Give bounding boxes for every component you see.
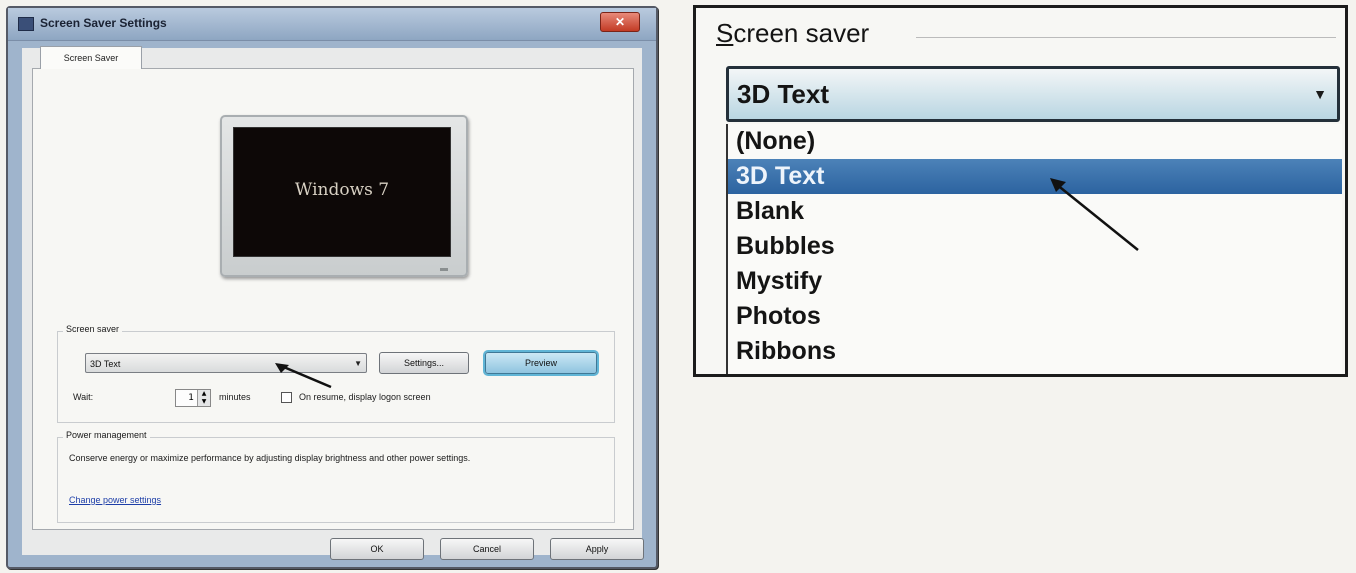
dialog-client-area: Windows 7 Screen saver 3D Text ▼ Setting… — [22, 46, 644, 560]
screen-preview-monitor: Windows 7 — [220, 115, 468, 277]
pointer-arrow-annotation — [1050, 178, 1139, 251]
tab-screen-saver[interactable]: Screen Saver — [40, 46, 142, 69]
option-none[interactable]: (None) — [728, 124, 1342, 159]
option-mystify[interactable]: Mystify — [728, 264, 1342, 299]
zoom-label-rest: creen saver — [733, 18, 870, 48]
screensaver-group-label: Screen saver — [63, 324, 123, 334]
option-blank[interactable]: Blank — [728, 194, 1342, 229]
power-management-group — [57, 437, 615, 523]
screensaver-group — [57, 331, 615, 423]
zoomed-screensaver-dropdown: Screen saver 3D Text ▼ (None) 3D Text Bl… — [693, 5, 1348, 377]
zoom-select-value: 3D Text — [737, 79, 829, 109]
wait-label: Wait: — [73, 392, 94, 402]
option-bubbles[interactable]: Bubbles — [728, 229, 1342, 264]
chevron-down-icon: ▼ — [1313, 86, 1327, 102]
preview-text: Windows 7 — [294, 180, 390, 200]
dialog-title: Screen Saver Settings — [40, 16, 167, 30]
option-ribbons[interactable]: Ribbons — [728, 334, 1342, 369]
screen-saver-settings-dialog: Screen Saver Settings ✕ Windows 7 Screen… — [6, 6, 658, 569]
tab-panel: Windows 7 Screen saver 3D Text ▼ Setting… — [32, 68, 634, 530]
wait-value: 1 — [188, 393, 194, 403]
ok-button[interactable]: OK — [330, 538, 424, 560]
monitor-icon — [18, 17, 34, 31]
power-group-label: Power management — [63, 430, 150, 440]
minutes-label: minutes — [219, 392, 251, 402]
wait-minutes-stepper[interactable]: 1 ▲ ▼ — [175, 389, 211, 407]
cancel-button[interactable]: Cancel — [440, 538, 534, 560]
zoom-screensaver-select[interactable]: 3D Text ▼ — [726, 66, 1340, 122]
zoom-label-mnemonic: S — [716, 18, 734, 48]
group-divider — [916, 37, 1336, 38]
preview-button[interactable]: Preview — [485, 352, 597, 374]
screensaver-options-list: (None) 3D Text Blank Bubbles Mystify Pho… — [726, 124, 1342, 374]
screensaver-select-value: 3D Text — [90, 359, 121, 369]
resume-label: On resume, display logon screen — [299, 392, 431, 402]
option-3d-text[interactable]: 3D Text — [728, 159, 1342, 194]
title-bar[interactable]: Screen Saver Settings ✕ — [8, 8, 656, 41]
option-photos[interactable]: Photos — [728, 299, 1342, 334]
close-button[interactable]: ✕ — [600, 12, 640, 32]
preview-screen: Windows 7 — [233, 127, 451, 257]
change-power-settings-link[interactable]: Change power settings — [69, 495, 161, 505]
power-description: Conserve energy or maximize performance … — [69, 453, 471, 463]
apply-button[interactable]: Apply — [550, 538, 644, 560]
resume-logon-checkbox[interactable] — [281, 392, 292, 403]
spinner-arrows-icon[interactable]: ▲ ▼ — [197, 390, 210, 406]
settings-button[interactable]: Settings... — [379, 352, 469, 374]
pointer-arrow-annotation — [275, 363, 332, 389]
chevron-down-icon: ▼ — [354, 359, 362, 368]
zoom-group-label: Screen saver — [716, 18, 869, 49]
power-led-icon — [440, 268, 448, 271]
